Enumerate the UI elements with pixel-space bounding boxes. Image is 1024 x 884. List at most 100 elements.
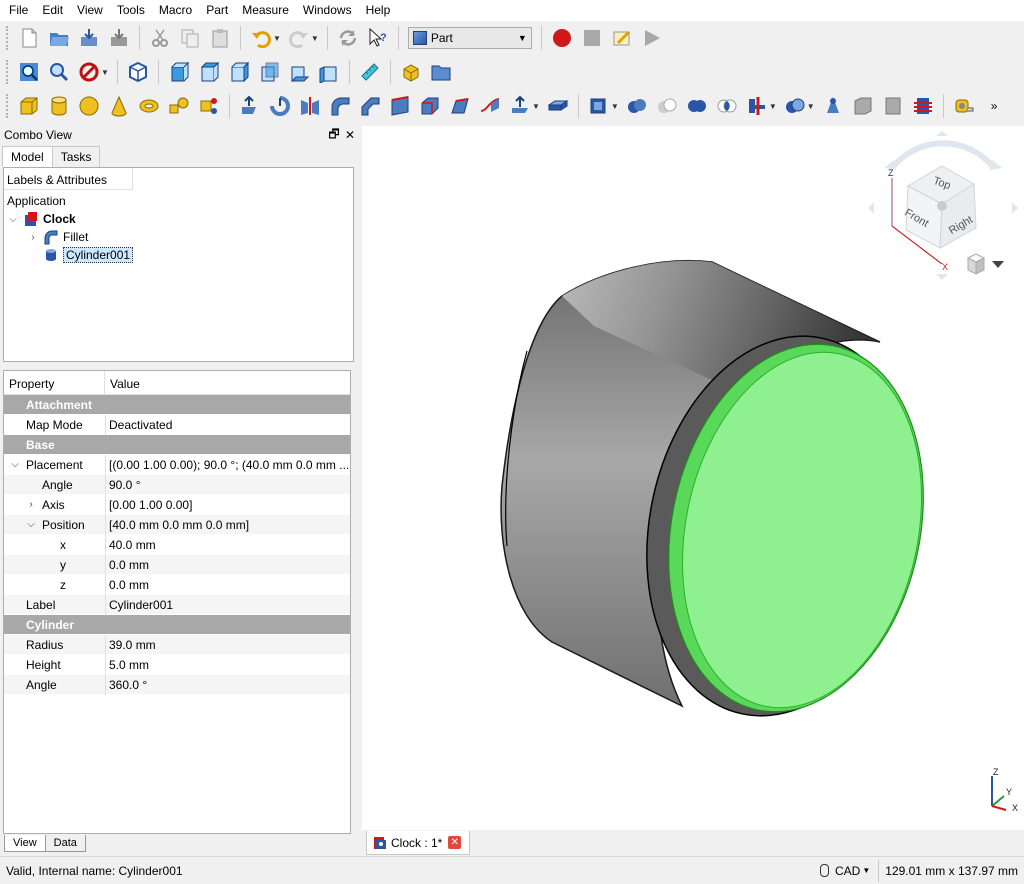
property-value[interactable]: 40.0 mm <box>105 534 350 555</box>
close-icon[interactable]: ✕ <box>342 128 358 142</box>
cone-button[interactable] <box>106 93 132 119</box>
tab-data[interactable]: Data <box>44 835 86 852</box>
property-value[interactable]: 90.0 ° <box>105 474 350 495</box>
navcube-menu-dropdown-icon[interactable] <box>992 261 1004 268</box>
draw-style-button[interactable] <box>76 59 102 85</box>
paste-button[interactable] <box>207 25 233 51</box>
menu-part[interactable]: Part <box>199 0 235 21</box>
mirror-button[interactable] <box>297 93 323 119</box>
check-geometry-button[interactable] <box>820 93 846 119</box>
top-view-button[interactable] <box>196 59 222 85</box>
tab-model[interactable]: Model <box>2 146 53 167</box>
tree-item-fillet[interactable]: › Fillet <box>27 228 88 246</box>
property-row-position[interactable]: ⌵ Position [40.0 mm 0.0 mm 0.0 mm] <box>4 514 350 535</box>
property-row-angle[interactable]: Angle 360.0 ° <box>4 674 350 695</box>
menu-file[interactable]: File <box>2 0 35 21</box>
property-row-y[interactable]: y 0.0 mm <box>4 554 350 575</box>
navigation-cube[interactable]: Top Front Right Z X <box>862 130 1024 290</box>
property-group-base[interactable]: Base <box>4 435 350 455</box>
macro-edit-button[interactable] <box>609 25 635 51</box>
menu-help[interactable]: Help <box>359 0 398 21</box>
create-part-button[interactable] <box>398 59 424 85</box>
box-button[interactable] <box>16 93 42 119</box>
property-group-attachment[interactable]: Attachment <box>4 395 350 415</box>
chevron-down-icon[interactable]: ⌵ <box>7 214 19 225</box>
front-view-button[interactable] <box>166 59 192 85</box>
make-face-button[interactable] <box>387 93 413 119</box>
ruled-surface-button[interactable] <box>417 93 443 119</box>
property-row-map-mode[interactable]: Map Mode Deactivated <box>4 414 350 435</box>
property-value[interactable]: Deactivated <box>105 414 350 435</box>
torus-button[interactable] <box>136 93 162 119</box>
draw-style-dropdown-icon[interactable]: ▼ <box>101 68 109 77</box>
section-button[interactable] <box>507 93 533 119</box>
shape-builder-button[interactable] <box>196 93 222 119</box>
boolean-button[interactable] <box>624 93 650 119</box>
property-row-x[interactable]: x 40.0 mm <box>4 534 350 555</box>
undo-dropdown-icon[interactable]: ▼ <box>273 34 281 43</box>
macro-record-button[interactable] <box>549 25 575 51</box>
fit-selection-button[interactable] <box>46 59 72 85</box>
save-as-button[interactable] <box>106 25 132 51</box>
redo-dropdown-icon[interactable]: ▼ <box>311 34 319 43</box>
menu-measure[interactable]: Measure <box>235 0 296 21</box>
toolbar-overflow-icon[interactable]: » <box>991 99 998 113</box>
float-panel-icon[interactable]: 🗗 <box>326 125 342 146</box>
fuse-button[interactable] <box>684 93 710 119</box>
open-button[interactable] <box>46 25 72 51</box>
chevron-right-icon[interactable]: › <box>24 499 38 510</box>
tree-item-cylinder001[interactable]: Cylinder001 <box>43 246 134 264</box>
compound-dropdown-icon[interactable]: ▼ <box>611 102 619 111</box>
property-value[interactable]: [0.00 1.00 0.00] <box>105 494 350 515</box>
macro-stop-button[interactable] <box>579 25 605 51</box>
menu-view[interactable]: View <box>70 0 110 21</box>
fillet-button[interactable] <box>327 93 353 119</box>
tree-item-clock[interactable]: ⌵ Clock <box>7 210 76 228</box>
toolbar-grip[interactable] <box>6 94 10 118</box>
cut-boolean-button[interactable] <box>654 93 680 119</box>
menu-tools[interactable]: Tools <box>110 0 152 21</box>
split-button[interactable] <box>782 93 808 119</box>
slice-button[interactable] <box>910 93 936 119</box>
menu-macro[interactable]: Macro <box>152 0 199 21</box>
property-value[interactable]: 0.0 mm <box>105 554 350 575</box>
workbench-selector[interactable]: Part ▼ <box>407 27 532 49</box>
whats-this-button[interactable]: ? <box>365 25 391 51</box>
sphere-button[interactable] <box>76 93 102 119</box>
cut-button[interactable] <box>147 25 173 51</box>
measure-distance-button[interactable] <box>357 59 383 85</box>
property-row-z[interactable]: z 0.0 mm <box>4 574 350 595</box>
create-group-button[interactable] <box>428 59 454 85</box>
cross-sections-button[interactable] <box>880 93 906 119</box>
toolbar-grip[interactable] <box>6 26 10 50</box>
extrude-button[interactable] <box>237 93 263 119</box>
property-value[interactable]: 39.0 mm <box>105 634 350 655</box>
isometric-view-button[interactable] <box>125 59 151 85</box>
tab-tasks[interactable]: Tasks <box>51 146 101 167</box>
macro-execute-button[interactable] <box>639 25 665 51</box>
property-value[interactable]: Cylinder001 <box>105 594 350 615</box>
property-value[interactable]: 360.0 ° <box>105 674 350 695</box>
loft-button[interactable] <box>447 93 473 119</box>
save-button[interactable] <box>76 25 102 51</box>
close-icon[interactable]: ✕ <box>448 836 462 849</box>
compound-tools-button[interactable] <box>586 93 612 119</box>
property-row-height[interactable]: Height 5.0 mm <box>4 654 350 675</box>
right-view-button[interactable] <box>226 59 252 85</box>
redo-button[interactable] <box>286 25 312 51</box>
sweep-button[interactable] <box>477 93 503 119</box>
property-value[interactable]: [40.0 mm 0.0 mm 0.0 mm] <box>105 514 350 535</box>
chamfer-button[interactable] <box>357 93 383 119</box>
chevron-right-icon[interactable]: › <box>27 232 39 243</box>
tab-view[interactable]: View <box>4 835 46 852</box>
bottom-view-button[interactable] <box>286 59 312 85</box>
join-dropdown-icon[interactable]: ▼ <box>769 102 777 111</box>
defeaturing-button[interactable] <box>850 93 876 119</box>
primitives-button[interactable] <box>166 93 192 119</box>
property-row-axis[interactable]: › Axis [0.00 1.00 0.00] <box>4 494 350 515</box>
property-value[interactable]: 5.0 mm <box>105 654 350 675</box>
chevron-down-icon[interactable]: ⌵ <box>24 519 38 530</box>
fit-all-button[interactable] <box>16 59 42 85</box>
left-view-button[interactable] <box>316 59 342 85</box>
cylinder-button[interactable] <box>46 93 72 119</box>
